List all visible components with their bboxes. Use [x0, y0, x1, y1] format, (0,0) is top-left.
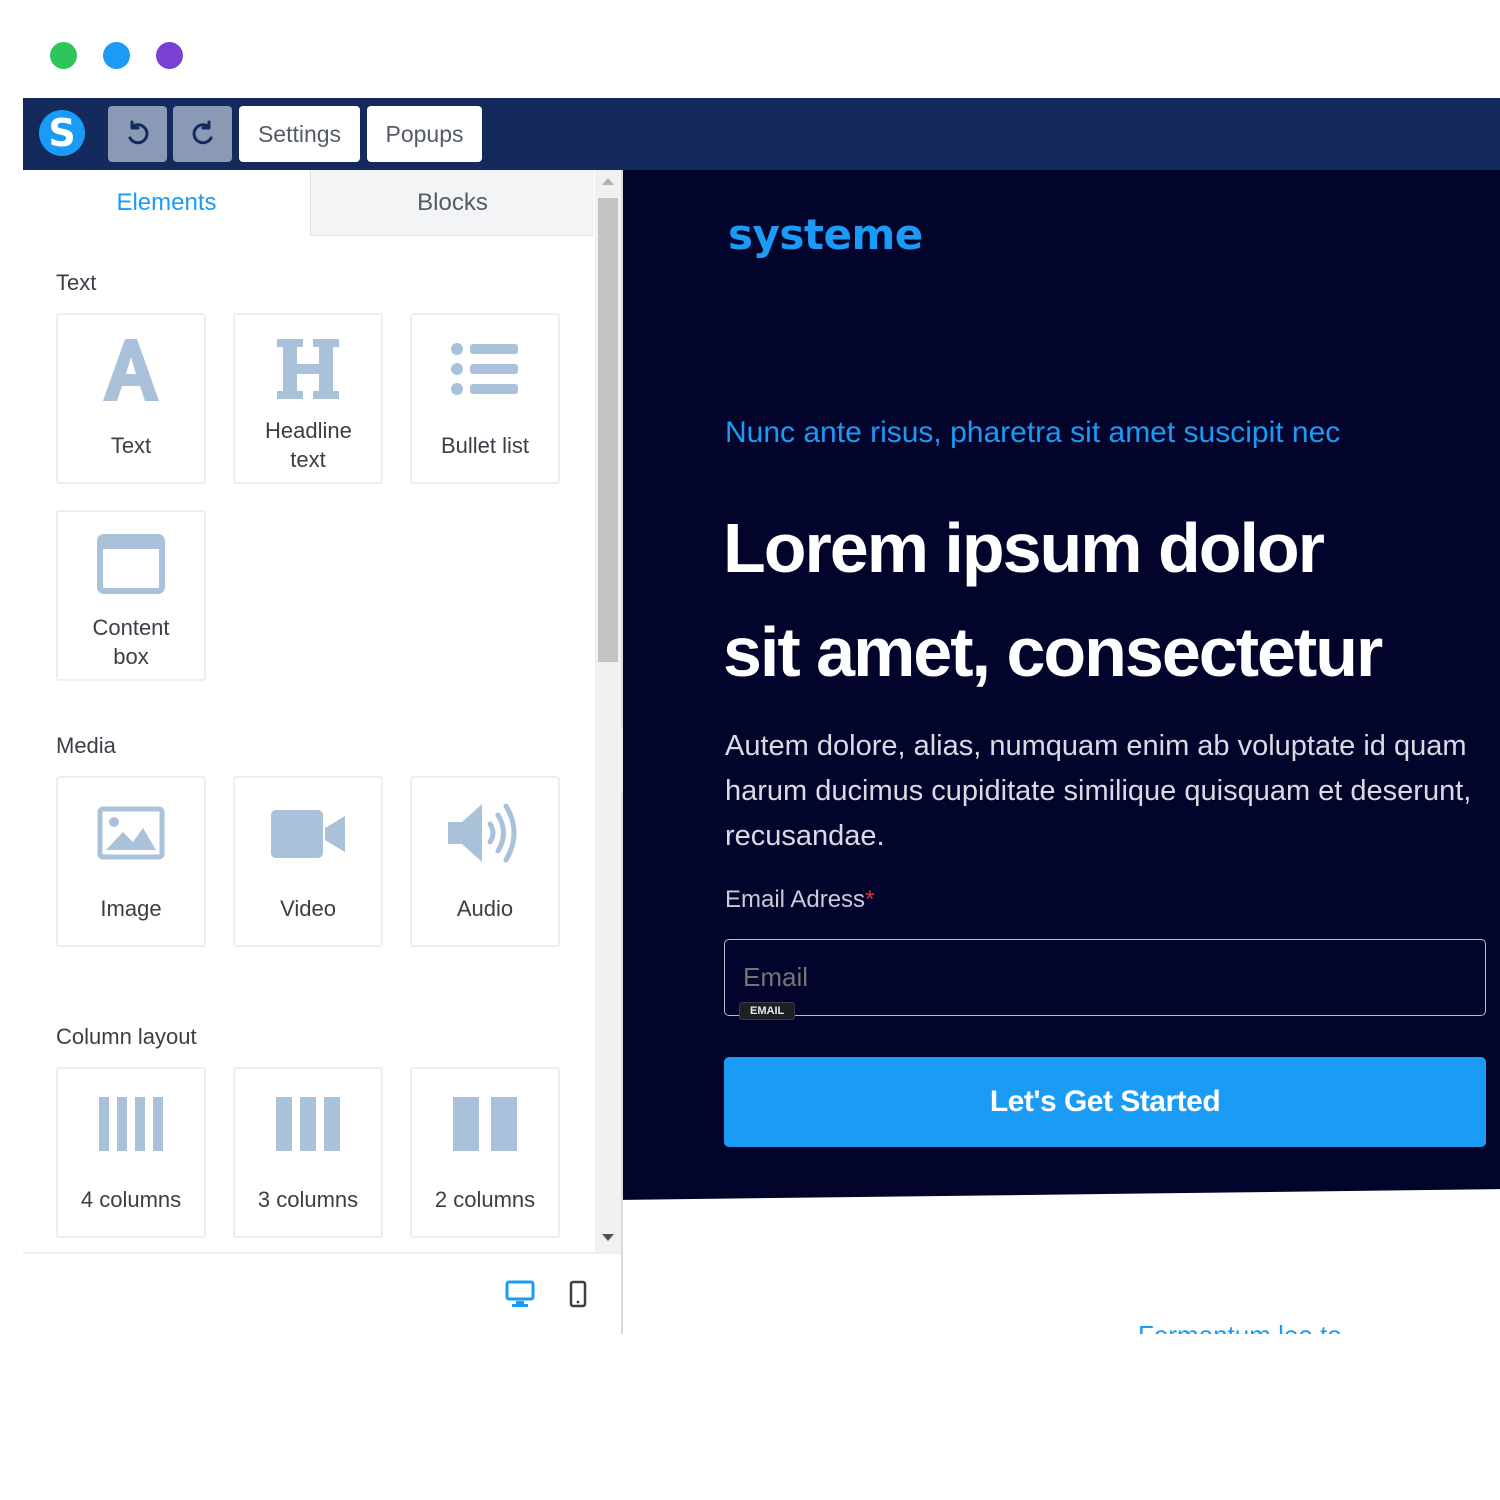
email-field-label: Email Adress* — [725, 886, 874, 914]
undo-button[interactable] — [108, 106, 167, 162]
element-headline-text[interactable]: Headline text — [233, 313, 383, 484]
three-columns-icon — [276, 1097, 340, 1151]
elements-sidebar: Elements Blocks Text Text Headline text — [23, 170, 621, 1334]
window-dot-green — [50, 42, 77, 69]
element-label: Content box — [92, 615, 170, 669]
desktop-icon[interactable] — [505, 1280, 535, 1308]
cta-button[interactable]: Let's Get Started — [724, 1057, 1486, 1147]
video-icon — [271, 810, 345, 858]
headline-line-2: sit amet, consectetur — [723, 613, 1383, 691]
audio-icon — [448, 803, 517, 863]
element-label: 3 columns — [257, 1187, 359, 1212]
text-icon — [103, 339, 159, 401]
window-dot-purple — [156, 42, 183, 69]
four-columns-icon — [99, 1097, 163, 1151]
element-3-columns[interactable]: 3 columns — [233, 1067, 383, 1238]
sidebar-scrollbar[interactable] — [595, 170, 621, 1252]
element-label: Text — [110, 433, 152, 458]
element-video[interactable]: Video — [233, 776, 383, 947]
redo-icon — [192, 120, 212, 145]
brand-logo: systeme — [728, 210, 923, 259]
element-2-columns[interactable]: 2 columns — [410, 1067, 560, 1238]
tab-blocks[interactable]: Blocks — [310, 170, 594, 236]
element-content-box[interactable]: Content box — [56, 510, 206, 681]
email-label-text: Email Adress — [725, 886, 866, 913]
undo-icon — [128, 120, 148, 145]
email-field-tag: EMAIL — [739, 1002, 796, 1020]
content-box-icon — [97, 534, 165, 594]
element-audio[interactable]: Audio — [410, 776, 560, 947]
mobile-icon[interactable] — [569, 1280, 587, 1308]
headline-line-1: Lorem ipsum dolor — [723, 509, 1325, 587]
email-field[interactable] — [724, 939, 1486, 1016]
element-label: Bullet list — [440, 433, 530, 458]
image-icon — [97, 806, 165, 860]
view-mode-bar — [23, 1252, 621, 1334]
top-toolbar: S Settings Popups — [23, 98, 1500, 170]
hero-section[interactable]: systeme Nunc ante risus, pharetra sit am… — [623, 170, 1500, 1210]
section-label-columns: Column layout — [56, 1024, 197, 1049]
bullet-list-icon — [451, 343, 518, 395]
required-mark: * — [865, 886, 875, 913]
hero-subheadline[interactable]: Nunc ante risus, pharetra sit amet susci… — [725, 416, 1340, 450]
element-label: 2 columns — [434, 1187, 536, 1212]
settings-button[interactable]: Settings — [239, 106, 360, 162]
element-image[interactable]: Image — [56, 776, 206, 947]
element-label: Headline text — [265, 418, 352, 472]
scrollbar-thumb[interactable] — [598, 198, 618, 662]
section-label-media: Media — [56, 733, 116, 758]
redo-button[interactable] — [173, 106, 232, 162]
popups-button[interactable]: Popups — [367, 106, 482, 162]
hero-headline[interactable]: Lorem ipsum dolor sit amet, consectetur — [723, 496, 1493, 704]
element-text[interactable]: Text — [56, 313, 206, 484]
scroll-up-arrow-icon[interactable] — [602, 178, 614, 185]
systeme-logo-icon[interactable]: S — [39, 110, 85, 156]
section-label-text: Text — [56, 270, 97, 295]
page-canvas: systeme Nunc ante risus, pharetra sit am… — [623, 170, 1500, 1334]
editor-window: S Settings Popups Elements Blocks Text T… — [23, 98, 1500, 1334]
hero-paragraph[interactable]: Autem dolore, alias, numquam enim ab vol… — [725, 724, 1485, 859]
headline-icon — [277, 339, 339, 399]
two-columns-icon — [453, 1097, 517, 1151]
element-label: Video — [280, 896, 336, 921]
element-label: Image — [100, 896, 162, 921]
below-fold-text: Fermentum leo te — [1138, 1322, 1378, 1334]
window-dot-blue — [103, 42, 130, 69]
element-label: Audio — [456, 896, 514, 921]
scroll-down-arrow-icon[interactable] — [602, 1234, 614, 1241]
element-label: 4 columns — [80, 1187, 182, 1212]
element-4-columns[interactable]: 4 columns — [56, 1067, 206, 1238]
element-bullet-list[interactable]: Bullet list — [410, 313, 560, 484]
tab-elements[interactable]: Elements — [23, 170, 310, 236]
